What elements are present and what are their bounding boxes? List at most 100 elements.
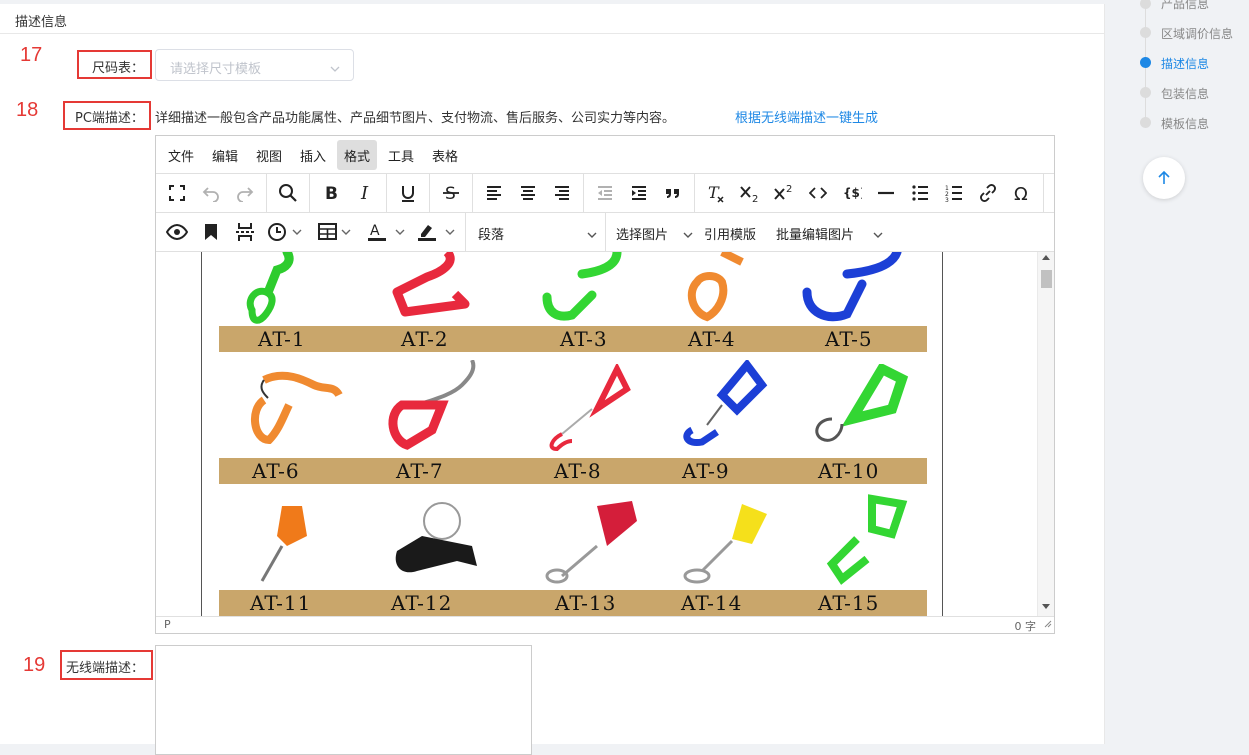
blockquote-icon[interactable] [658, 179, 688, 207]
numbered-list-icon[interactable]: 123 [939, 179, 969, 207]
svg-text:A: A [370, 223, 380, 239]
indent-icon[interactable] [624, 179, 654, 207]
menu-view[interactable]: 视图 [249, 140, 289, 170]
model-label: AT-11 [250, 591, 312, 615]
nav-item-region-pricing[interactable]: 区域调价信息 [1161, 25, 1233, 42]
bullet-list-icon[interactable] [905, 179, 935, 207]
page-break-icon[interactable] [230, 218, 260, 246]
chevron-down-icon [586, 226, 598, 245]
step-number-19: 19 [23, 654, 46, 676]
back-to-top-button[interactable] [1143, 157, 1185, 199]
outdent-icon[interactable] [590, 179, 620, 207]
svg-text:B: B [325, 184, 338, 202]
word-count: 0 字 [1014, 620, 1037, 633]
editor-content-area[interactable]: AT-1 AT-2 AT-3 AT-4 AT-5 AT-6 AT-7 AT-8 … [156, 252, 1054, 616]
clear-format-icon[interactable]: T [701, 179, 731, 207]
model-label: AT-1 [258, 327, 306, 351]
clip-image-blue [797, 252, 907, 331]
horizontal-rule-icon[interactable] [871, 179, 901, 207]
editor-scrollbar[interactable] [1037, 252, 1054, 616]
link-icon[interactable] [973, 179, 1003, 207]
batch-edit-image-dropdown[interactable]: 批量编辑图片 [772, 218, 884, 246]
scroll-thumb[interactable] [1041, 270, 1052, 288]
menu-tools[interactable]: 工具 [381, 140, 421, 170]
italic-button[interactable]: I [350, 179, 380, 207]
clip-image-red [537, 496, 647, 590]
redo-button[interactable] [230, 179, 260, 207]
toolbar-divider [465, 213, 466, 251]
nav-dot [1140, 27, 1151, 38]
toolbar-divider [429, 174, 430, 212]
editor-toolbar-2: A 段落 选择图片 引用模版 批量编辑图片 [156, 213, 1054, 252]
element-path[interactable]: P [164, 618, 171, 631]
size-template-select[interactable]: 请选择尺寸模板 [155, 49, 354, 81]
bold-button[interactable]: B [316, 179, 346, 207]
svg-text:2: 2 [786, 184, 792, 195]
nav-item-packaging[interactable]: 包装信息 [1161, 85, 1209, 102]
nav-dot [1140, 117, 1151, 128]
scroll-up-arrow-icon[interactable] [1042, 255, 1050, 260]
clip-image-red [382, 359, 482, 454]
toolbar-divider [583, 174, 584, 212]
menu-table[interactable]: 表格 [425, 140, 465, 170]
model-label: AT-5 [825, 327, 873, 351]
reference-template-button[interactable]: 引用模版 [704, 224, 756, 243]
model-label: AT-10 [818, 459, 880, 483]
code-icon[interactable] [803, 179, 833, 207]
paragraph-format-dropdown[interactable]: 段落 [472, 218, 600, 246]
label-band-row-2: AT-6 AT-7 AT-8 AT-9 AT-10 [219, 458, 927, 484]
nav-dot [1140, 87, 1151, 98]
special-char-icon[interactable]: Ω [1007, 179, 1037, 207]
align-left-icon[interactable] [479, 179, 509, 207]
generate-from-wireless-link[interactable]: 根据无线端描述一键生成 [735, 107, 878, 126]
clip-image-yellow [672, 496, 782, 590]
search-icon[interactable] [273, 179, 303, 207]
toolbar-divider [605, 213, 606, 251]
clip-image-green [812, 494, 912, 593]
table-icon[interactable] [316, 218, 358, 246]
text-color-icon[interactable]: A [364, 218, 412, 246]
preview-eye-icon[interactable] [162, 218, 192, 246]
model-label: AT-14 [681, 591, 743, 615]
svg-text:2: 2 [752, 194, 758, 203]
resize-grip-icon[interactable] [1043, 618, 1052, 631]
nav-dot [1140, 0, 1151, 9]
svg-text:{$}: {$} [843, 186, 862, 200]
wireless-desc-editor[interactable] [155, 645, 532, 755]
chevron-down-icon [872, 226, 884, 245]
step-number-17: 17 [20, 44, 43, 66]
svg-text:3: 3 [945, 197, 949, 202]
subscript-icon[interactable]: 2 [735, 179, 765, 207]
underline-button[interactable] [393, 179, 423, 207]
nav-item-product-info[interactable]: 产品信息 [1161, 0, 1209, 12]
undo-button[interactable] [196, 179, 226, 207]
strikethrough-button[interactable]: S [436, 179, 466, 207]
highlight-color-icon[interactable] [414, 218, 462, 246]
label-band-row-1: AT-1 AT-2 AT-3 AT-4 AT-5 [219, 326, 927, 352]
chevron-down-icon [329, 60, 341, 79]
bookmark-icon[interactable] [196, 218, 226, 246]
insert-datetime-clock-icon[interactable] [264, 218, 312, 246]
select-image-dropdown[interactable]: 选择图片 [612, 218, 696, 246]
select-image-label: 选择图片 [616, 228, 669, 243]
menu-file[interactable]: 文件 [161, 140, 201, 170]
pc-desc-hint: 详细描述一般包含产品功能属性、产品细节图片、支付物流、售后服务、公司实力等内容。 [155, 111, 676, 126]
fullscreen-button[interactable] [162, 179, 192, 207]
align-right-icon[interactable] [547, 179, 577, 207]
toolbar-divider [386, 174, 387, 212]
template-var-icon[interactable]: {$} [837, 179, 867, 207]
nav-dot-active [1140, 57, 1151, 68]
menu-format[interactable]: 格式 [337, 140, 378, 170]
scroll-down-arrow-icon[interactable] [1042, 604, 1050, 609]
align-center-icon[interactable] [513, 179, 543, 207]
nav-item-template[interactable]: 模板信息 [1161, 115, 1209, 132]
superscript-icon[interactable]: 2 [769, 179, 799, 207]
nav-item-description[interactable]: 描述信息 [1161, 55, 1209, 72]
menu-edit[interactable]: 编辑 [205, 140, 245, 170]
model-label: AT-13 [555, 591, 617, 615]
clip-image-black [382, 496, 492, 590]
editor-toolbar-1: B I S T 2 2 {$ 1 2 3 Ω [156, 174, 1054, 213]
model-label: AT-8 [554, 459, 602, 483]
wireless-desc-label: 无线端描述： [66, 661, 145, 676]
menu-insert[interactable]: 插入 [293, 140, 333, 170]
